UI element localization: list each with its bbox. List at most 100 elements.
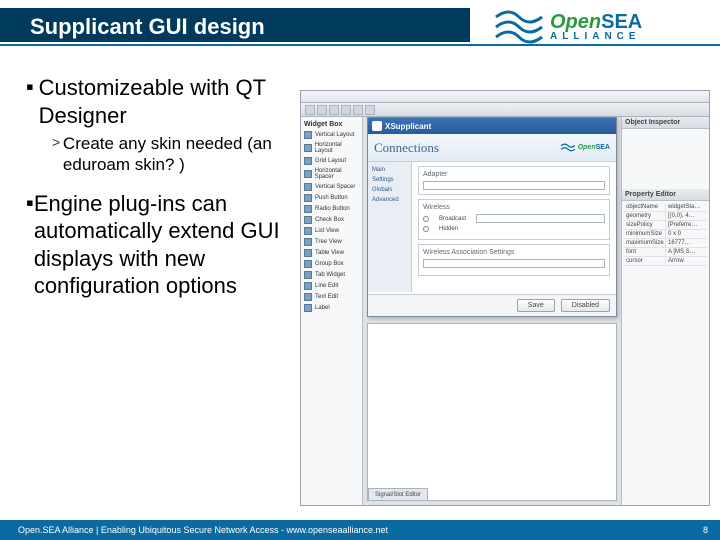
design-canvas: XSupplicant Connections OpenSEA (363, 117, 621, 505)
nav-item[interactable]: Globals (371, 185, 408, 195)
title-bar: Supplicant GUI design OpenSEA ALLIANCE (0, 0, 720, 54)
property-row[interactable]: fontA [MS S… (624, 248, 707, 257)
mini-logo: OpenSEA (560, 142, 610, 154)
widget-label: Radio Button (315, 206, 350, 212)
text-column: ▪ Customizeable with QT Designer > Creat… (0, 64, 300, 516)
bullet-marker: ▪ (26, 190, 34, 300)
toolbar-button[interactable] (365, 105, 375, 115)
widget-box-item[interactable]: Table View (304, 249, 359, 257)
widget-box-item[interactable]: Check Box (304, 216, 359, 224)
widget-icon (304, 304, 312, 312)
widget-icon (304, 238, 312, 246)
widget-label: Line Edit (315, 283, 338, 289)
property-row[interactable]: cursorArrow (624, 257, 707, 266)
property-row[interactable]: objectNamewidgetSta… (624, 203, 707, 212)
widget-box-item[interactable]: Group Box (304, 260, 359, 268)
signal-slot-tab[interactable]: Signal/Slot Editor (368, 488, 428, 500)
widget-icon (304, 271, 312, 279)
prop-name: cursor (624, 257, 666, 265)
widget-icon (304, 293, 312, 301)
nav-item[interactable]: Main (371, 165, 408, 175)
widget-label: Label (315, 305, 330, 311)
assoc-input[interactable] (423, 259, 605, 268)
nav-item[interactable]: Advanced (371, 195, 408, 205)
widget-icon (304, 260, 312, 268)
property-row[interactable]: sizePolicy[Preferre… (624, 221, 707, 230)
widget-box-item[interactable]: Tree View (304, 238, 359, 246)
widget-icon (304, 282, 312, 290)
prop-name: geometry (624, 212, 666, 220)
widget-box-header: Widget Box (304, 121, 359, 128)
xsupplicant-dialog: XSupplicant Connections OpenSEA (367, 117, 617, 317)
widget-icon (304, 157, 312, 165)
widget-box-panel: Widget Box Vertical Layout Horizontal Lay… (301, 117, 363, 505)
opensea-logo: OpenSEA ALLIANCE (494, 2, 704, 52)
radio-broadcast[interactable] (423, 216, 429, 222)
slide-number: 8 (703, 525, 708, 535)
widget-box-item[interactable]: Grid Layout (304, 157, 359, 165)
prop-value: Arrow (666, 257, 707, 265)
property-row[interactable]: minimumSize0 x 0 (624, 230, 707, 239)
bullet-2: ▪ Engine plug-ins can automatically exte… (26, 190, 292, 300)
widget-box-item[interactable]: Line Edit (304, 282, 359, 290)
property-row[interactable]: geometry[(0,0), 4… (624, 212, 707, 221)
toolbar-button[interactable] (317, 105, 327, 115)
widget-box-item[interactable]: Tab Widget (304, 271, 359, 279)
dialog-form: Adapter Wireless Broadcast (412, 162, 616, 292)
connections-heading: Connections (374, 140, 439, 156)
widget-icon (304, 170, 312, 178)
object-inspector-body (622, 129, 709, 189)
nav-item[interactable]: Settings (371, 175, 408, 185)
toolbar-button[interactable] (305, 105, 315, 115)
qd-body: Widget Box Vertical Layout Horizontal Lay… (301, 117, 709, 505)
group-label: Wireless Association Settings (423, 249, 605, 256)
footer-text: Open.SEA Alliance | Enabling Ubiquitous … (18, 525, 388, 535)
widget-label: Horizontal Spacer (315, 168, 359, 180)
prop-value: 16777… (666, 239, 707, 247)
adapter-select[interactable] (423, 181, 605, 190)
property-editor-header: Property Editor (622, 189, 709, 201)
widget-box-item[interactable]: Horizontal Layout (304, 142, 359, 154)
widget-label: Group Box (315, 261, 344, 267)
widget-label: Text Edit (315, 294, 338, 300)
disabled-button[interactable]: Disabled (561, 299, 610, 312)
toolbar-button[interactable] (353, 105, 363, 115)
prop-value: A [MS S… (666, 248, 707, 256)
widget-box-item[interactable]: Text Edit (304, 293, 359, 301)
ssid-input[interactable] (476, 214, 605, 223)
widget-box-item[interactable]: Label (304, 304, 359, 312)
toolbar-button[interactable] (341, 105, 351, 115)
widget-icon (304, 131, 312, 139)
widget-box-item[interactable]: Radio Button (304, 205, 359, 213)
widget-box-item[interactable]: Horizontal Spacer (304, 168, 359, 180)
dialog-nav: Main Settings Globals Advanced (368, 162, 412, 292)
assoc-group: Wireless Association Settings (418, 244, 610, 276)
widget-label: Check Box (315, 217, 344, 223)
dialog-title: XSupplicant (385, 122, 431, 131)
group-label: Wireless (423, 204, 605, 211)
dialog-button-bar: Save Disabled (368, 294, 616, 316)
widget-label: Push Button (315, 195, 348, 201)
toolbar-button[interactable] (329, 105, 339, 115)
bullet-text: Customizeable with QT Designer (39, 74, 292, 129)
bullet-marker: ▪ (26, 74, 39, 129)
save-button[interactable]: Save (517, 299, 555, 312)
radio-hidden[interactable] (423, 226, 429, 232)
wireless-group: Wireless Broadcast Hidden (418, 199, 610, 240)
object-inspector-header: Object Inspector (622, 117, 709, 129)
widget-box-item[interactable]: List View (304, 227, 359, 235)
subbullet-1: > Create any skin needed (an eduroam ski… (52, 133, 292, 176)
subbullet-marker: > (52, 133, 63, 176)
widget-box-item[interactable]: Vertical Spacer (304, 183, 359, 191)
property-row[interactable]: maximumSize16777… (624, 239, 707, 248)
prop-name: maximumSize (624, 239, 666, 247)
signal-slot-panel: Signal/Slot Editor (367, 323, 617, 501)
waves-icon (560, 142, 576, 154)
widget-box-item[interactable]: Vertical Layout (304, 131, 359, 139)
logo-alliance: ALLIANCE (550, 32, 642, 42)
footer-bar: Open.SEA Alliance | Enabling Ubiquitous … (0, 520, 720, 540)
widget-label: Grid Layout (315, 158, 346, 164)
widget-box-item[interactable]: Push Button (304, 194, 359, 202)
content-area: ▪ Customizeable with QT Designer > Creat… (0, 64, 720, 516)
radio-label: Broadcast (439, 216, 466, 222)
